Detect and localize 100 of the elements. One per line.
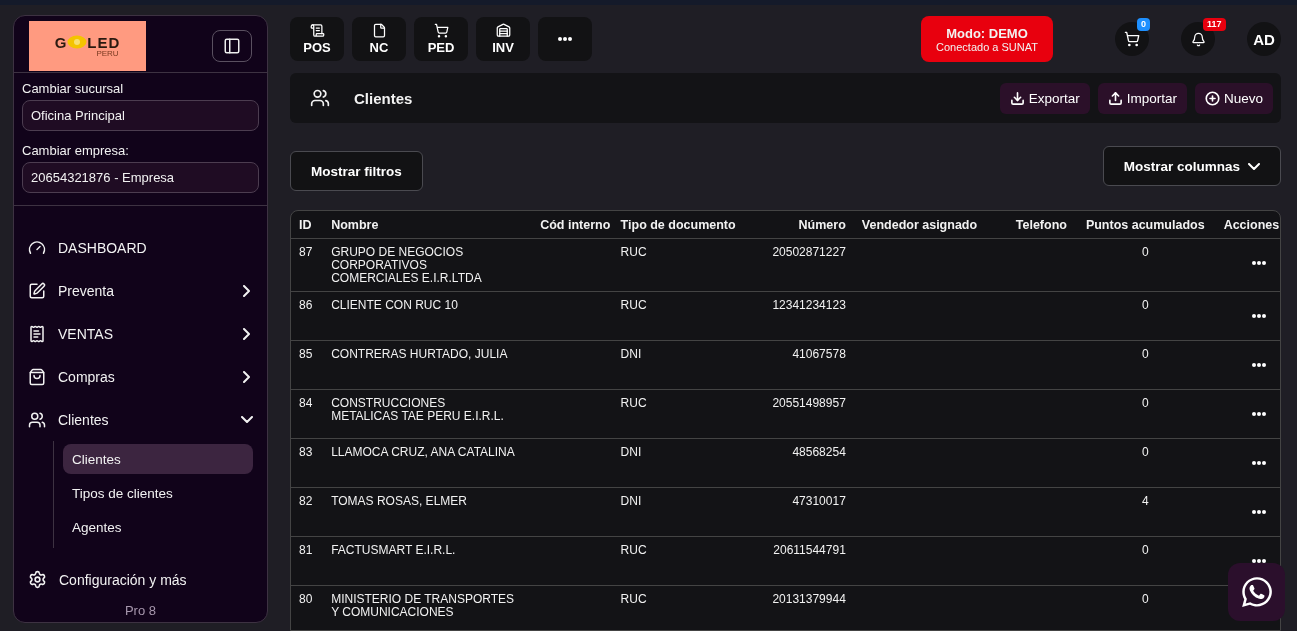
show-filters-button[interactable]: Mostrar filtros xyxy=(290,151,423,191)
whatsapp-icon xyxy=(1239,575,1274,609)
settings-item[interactable]: Configuración y más xyxy=(28,558,253,601)
column-header: Tipo de documento xyxy=(612,211,744,239)
ellipsis-icon xyxy=(1252,314,1266,318)
column-header: Telefono xyxy=(1000,211,1075,239)
table-cell: DNI xyxy=(620,445,642,459)
ellipsis-icon xyxy=(1252,510,1266,514)
table-cell: 20502871227 xyxy=(772,245,846,259)
document-icon xyxy=(371,23,387,38)
table-cell: RUC xyxy=(620,592,647,606)
column-header: Acciones xyxy=(1215,211,1280,239)
table-cell: RUC xyxy=(620,396,647,410)
row-actions-button[interactable] xyxy=(1252,510,1266,514)
download-icon xyxy=(1009,90,1025,106)
gauge-icon xyxy=(28,238,46,257)
column-header: Cód interno xyxy=(532,211,613,239)
table-cell: 20611544791 xyxy=(773,543,846,557)
whatsapp-button[interactable] xyxy=(1228,563,1285,621)
branch-select[interactable]: Oficina Principal xyxy=(22,100,259,131)
table-cell: RUC xyxy=(620,245,647,259)
table-cell-text: CONSTRUCCIONES METALICAS TAE PERU E.I.R.L. xyxy=(331,397,505,423)
table-cell: 47310017 xyxy=(792,494,846,508)
submenu-item[interactable]: Clientes xyxy=(63,444,253,474)
column-header: Puntos acumulados xyxy=(1074,211,1216,239)
bell-icon xyxy=(1190,31,1206,47)
row-actions-button[interactable] xyxy=(1252,412,1266,416)
chevron-right-icon xyxy=(243,327,250,340)
upload-icon xyxy=(1107,90,1123,106)
table-cell: 41067578 xyxy=(792,347,846,361)
company-label: Cambiar empresa: xyxy=(22,143,130,158)
pencil-icon xyxy=(28,281,46,300)
shortcut-button[interactable]: NC xyxy=(352,17,406,61)
demo-mode-badge: Modo: DEMO Conectado a SUNAT xyxy=(921,16,1053,62)
settings-icon xyxy=(28,570,47,589)
row-actions-button[interactable] xyxy=(1252,363,1266,367)
table-cell: MINISTERIO DE TRANSPORTES Y COMUNICACIONES xyxy=(331,593,516,619)
cart-icon xyxy=(433,23,449,38)
shopping-bag-icon xyxy=(28,367,46,386)
table-cell: LLAMOCA CRUZ, ANA CATALINA xyxy=(331,446,516,459)
column-header: Vendedor asignado xyxy=(853,211,1001,239)
ellipsis-icon xyxy=(1252,363,1266,367)
table-cell: 0 xyxy=(1141,592,1149,606)
receipt-icon xyxy=(28,324,46,343)
table-cell: 0 xyxy=(1141,543,1149,557)
action-button[interactable]: Nuevo xyxy=(1194,82,1273,114)
ellipsis-icon xyxy=(1252,559,1266,563)
row-actions-button[interactable] xyxy=(1252,461,1266,465)
table-cell: 87 xyxy=(299,245,313,259)
sidebar-toggle-button[interactable] xyxy=(212,30,252,62)
submenu-item[interactable]: Tipos de clientes xyxy=(63,478,253,508)
company-logo: G LED PERU xyxy=(29,21,146,71)
users-icon xyxy=(310,88,330,108)
row-actions-button[interactable] xyxy=(1252,559,1266,563)
nav-item[interactable]: Preventa xyxy=(28,269,253,312)
ellipsis-icon xyxy=(1252,261,1266,265)
page-title: Clientes xyxy=(354,89,414,107)
action-button[interactable]: Importar xyxy=(1097,82,1187,114)
row-actions-button[interactable] xyxy=(1252,261,1266,265)
nav-item[interactable]: Clientes xyxy=(28,398,253,441)
table-cell: 83 xyxy=(299,445,313,459)
chevron-right-icon xyxy=(243,284,250,297)
column-header: Nombre xyxy=(323,211,533,239)
table-cell-text: FACTUSMART E.I.R.L. xyxy=(331,544,457,557)
table-cell: 48568254 xyxy=(792,445,846,459)
shortcut-button[interactable]: PED xyxy=(414,17,468,61)
table-cell: 4 xyxy=(1141,494,1149,508)
table-cell-text: TOMAS ROSAS, ELMER xyxy=(331,495,468,508)
column-header: ID xyxy=(291,211,324,239)
table-cell: RUC xyxy=(620,543,647,557)
table-cell: 0 xyxy=(1141,298,1149,312)
cart-icon xyxy=(1124,31,1140,47)
table-cell: 20131379944 xyxy=(772,592,846,606)
show-columns-button[interactable]: Mostrar columnas xyxy=(1102,146,1281,186)
row-actions-button[interactable] xyxy=(1252,314,1266,318)
warehouse-icon xyxy=(495,23,511,38)
shortcut-button[interactable]: INV xyxy=(476,17,530,61)
scroll-icon xyxy=(309,23,325,38)
count-badge: 117 xyxy=(1203,18,1226,31)
table-cell-text: GRUPO DE NEGOCIOS CORPORATIVOS COMERCIALES E.I.R.LTDA xyxy=(331,246,483,285)
count-badge: 0 xyxy=(1137,18,1150,31)
table-cell: 0 xyxy=(1141,445,1149,459)
table-cell: 80 xyxy=(299,592,313,606)
branch-label: Cambiar sucursal xyxy=(22,81,125,96)
chevron-right-icon xyxy=(243,370,250,383)
nav-item[interactable]: VENTAS xyxy=(28,312,253,355)
chevron-down-icon xyxy=(1248,162,1260,170)
shortcut-button[interactable]: POS xyxy=(290,17,344,61)
nav-item[interactable]: Compras xyxy=(28,355,253,398)
table-cell: 86 xyxy=(299,298,313,312)
submenu-item[interactable]: Agentes xyxy=(63,512,253,542)
action-button[interactable]: Exportar xyxy=(999,82,1090,114)
cart-button[interactable] xyxy=(1115,22,1149,56)
nav-item[interactable]: DASHBOARD xyxy=(28,226,253,269)
table-cell: 81 xyxy=(299,543,313,557)
company-select[interactable]: 20654321876 - Empresa xyxy=(22,162,259,193)
table-cell: DNI xyxy=(620,347,642,361)
user-avatar[interactable]: AD xyxy=(1247,22,1281,56)
users-icon xyxy=(28,410,46,429)
table-cell: RUC xyxy=(620,298,647,312)
